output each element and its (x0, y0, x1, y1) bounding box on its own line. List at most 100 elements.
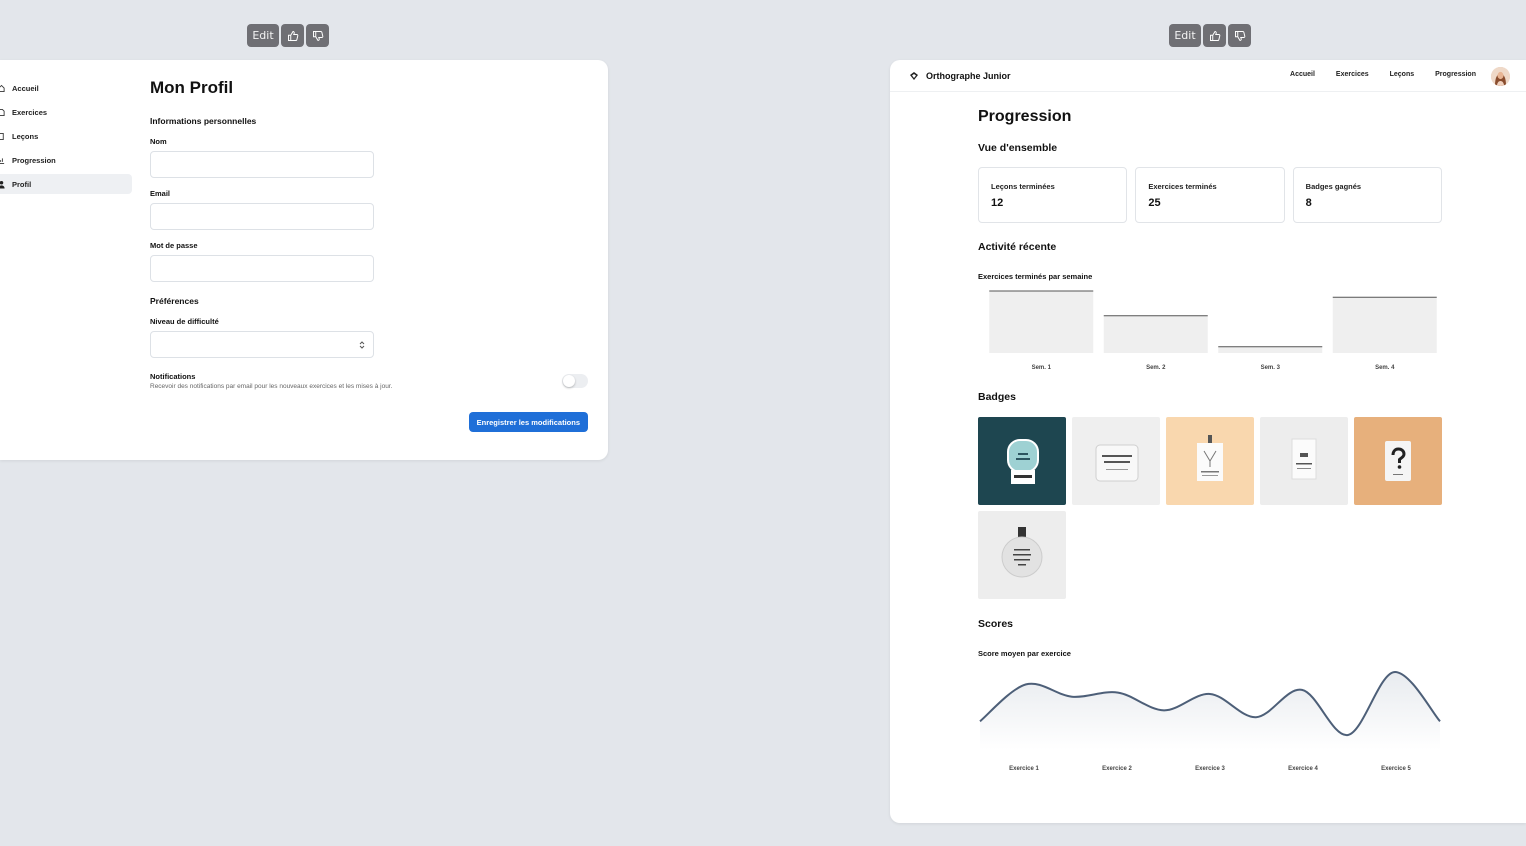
stat-card-badges: Badges gagnés 8 (1292, 167, 1442, 223)
nav-link-progression[interactable]: Progression (1435, 71, 1476, 78)
badge-5[interactable] (1354, 417, 1442, 505)
save-button[interactable]: Enregistrer les modifications (468, 412, 588, 432)
sidebar-item-profil[interactable]: Profil (0, 174, 132, 194)
score-tick-label: Exercice 1 (1009, 766, 1039, 772)
score-area-fill (980, 672, 1440, 750)
badge-image-icon (1291, 438, 1317, 480)
thumbs-up-button[interactable] (1203, 24, 1226, 47)
notifications-description: Recevoir des notifications par email pou… (150, 383, 393, 390)
section-title-preferences: Préférences (150, 296, 199, 306)
stat-value: 8 (1305, 197, 1312, 209)
logo-icon (910, 71, 918, 80)
name-input[interactable] (150, 151, 374, 178)
badge-image-icon (1095, 444, 1139, 482)
bar (1332, 296, 1437, 353)
page-title: Mon Profil (150, 78, 234, 97)
score-tick-label: Exercice 4 (1288, 766, 1318, 772)
sidebar-item-label: Accueil (12, 83, 39, 93)
bar-fill (1103, 315, 1208, 353)
stat-cards: Leçons terminées 12 Exercices terminés 2… (978, 167, 1442, 223)
badge-4[interactable] (1260, 417, 1348, 505)
stat-label: Leçons terminées (991, 182, 1055, 191)
nav-link-accueil[interactable]: Accueil (1290, 71, 1315, 78)
thumbs-up-button[interactable] (281, 24, 304, 47)
bar-fill (989, 291, 1094, 353)
sidebar-item-exercices[interactable]: Exercices (0, 102, 132, 122)
edit-button[interactable]: Edit (1169, 24, 1201, 47)
score-tick-label: Exercice 3 (1195, 766, 1225, 772)
thumbs-up-icon (287, 30, 298, 41)
bar (989, 290, 1094, 353)
page-title: Progression (978, 108, 1072, 125)
email-input[interactable] (150, 203, 374, 230)
profile-form: Mon Profil Informations personnelles Nom… (150, 78, 590, 390)
score-chart-title: Score moyen par exercice (978, 649, 1071, 658)
avatar-image-icon (1491, 67, 1510, 86)
user-icon (0, 180, 5, 188)
difficulty-select[interactable] (150, 331, 374, 358)
book-icon (0, 132, 4, 140)
password-label: Mot de passe (150, 241, 198, 250)
activity-title: Activité récente (978, 241, 1057, 253)
badge-image-icon (1001, 527, 1043, 578)
badges-title: Badges (978, 391, 1016, 403)
badge-6[interactable] (978, 511, 1066, 599)
name-label: Nom (150, 137, 167, 146)
notifications-toggle[interactable] (562, 374, 588, 388)
badge-image-icon (1197, 435, 1223, 481)
sidebar-item-accueil[interactable]: Accueil (0, 78, 132, 98)
avatar[interactable] (1491, 67, 1510, 86)
sidebar-item-label: Leçons (12, 131, 39, 141)
email-label: Email (150, 189, 171, 198)
stat-value: 12 (991, 197, 1004, 209)
stat-card-lessons: Leçons terminées 12 (978, 167, 1128, 223)
nav-link-lecons[interactable]: Leçons (1390, 71, 1415, 78)
badge-2[interactable] (1072, 417, 1160, 505)
bar-tick-label: Sem. 4 (1375, 365, 1395, 371)
right-toolbar: Edit (1169, 24, 1251, 47)
brand-name: Orthographe Junior (926, 70, 1011, 81)
left-toolbar: Edit (247, 24, 329, 47)
badge-1[interactable] (978, 417, 1066, 505)
thumbs-down-button[interactable] (306, 24, 329, 47)
bar (1218, 346, 1323, 353)
bar-tick-label: Sem. 2 (1146, 365, 1166, 371)
score-area-chart: Exercice 1 Exercice 2 Exercice 3 Exercice 4… (979, 671, 1441, 772)
edit-button[interactable]: Edit (247, 24, 279, 47)
thumbs-down-icon (312, 30, 323, 41)
password-input[interactable] (150, 255, 374, 282)
sidebar-item-lecons[interactable]: Leçons (0, 126, 132, 146)
sidebar-item-progression[interactable]: Progression (0, 150, 132, 170)
notifications-row: Notifications Recevoir des notifications… (150, 372, 590, 390)
bar-tick-label: Sem. 1 (1032, 365, 1052, 371)
nav-link-exercices[interactable]: Exercices (1336, 71, 1369, 78)
badge-3[interactable] (1166, 417, 1254, 505)
top-navbar: Orthographe Junior Accueil Exercices Leç… (890, 60, 1526, 92)
thumbs-down-icon (1234, 30, 1245, 41)
thumbs-up-icon (1209, 30, 1220, 41)
stat-card-exercises: Exercices terminés 25 (1135, 167, 1285, 223)
chart-icon (0, 157, 5, 164)
file-icon (0, 108, 5, 116)
sidebar-item-label: Profil (12, 179, 32, 189)
notifications-label: Notifications (150, 372, 196, 381)
bar-fill (1332, 297, 1437, 353)
badges-grid (978, 417, 1442, 599)
overview-title: Vue d'ensemble (978, 142, 1058, 154)
chevron-updown-icon (359, 340, 365, 349)
profile-panel: Accueil Exercices Leçons Progression Pro… (0, 60, 608, 460)
thumbs-down-button[interactable] (1228, 24, 1251, 47)
bar-tick-label: Sem. 3 (1261, 365, 1281, 371)
section-title-personal: Informations personnelles (150, 116, 257, 126)
badge-image-icon (1385, 441, 1411, 481)
stat-label: Badges gagnés (1305, 182, 1362, 191)
bar (1103, 315, 1208, 353)
sidebar-item-label: Exercices (12, 107, 48, 117)
progression-panel: Orthographe Junior Accueil Exercices Leç… (890, 60, 1526, 823)
home-icon (0, 84, 5, 92)
sidebar-item-label: Progression (12, 155, 56, 165)
stat-label: Exercices terminés (1148, 182, 1217, 191)
bar-fill (1218, 346, 1323, 353)
difficulty-label: Niveau de difficulté (150, 317, 219, 326)
score-tick-label: Exercice 2 (1102, 766, 1132, 772)
